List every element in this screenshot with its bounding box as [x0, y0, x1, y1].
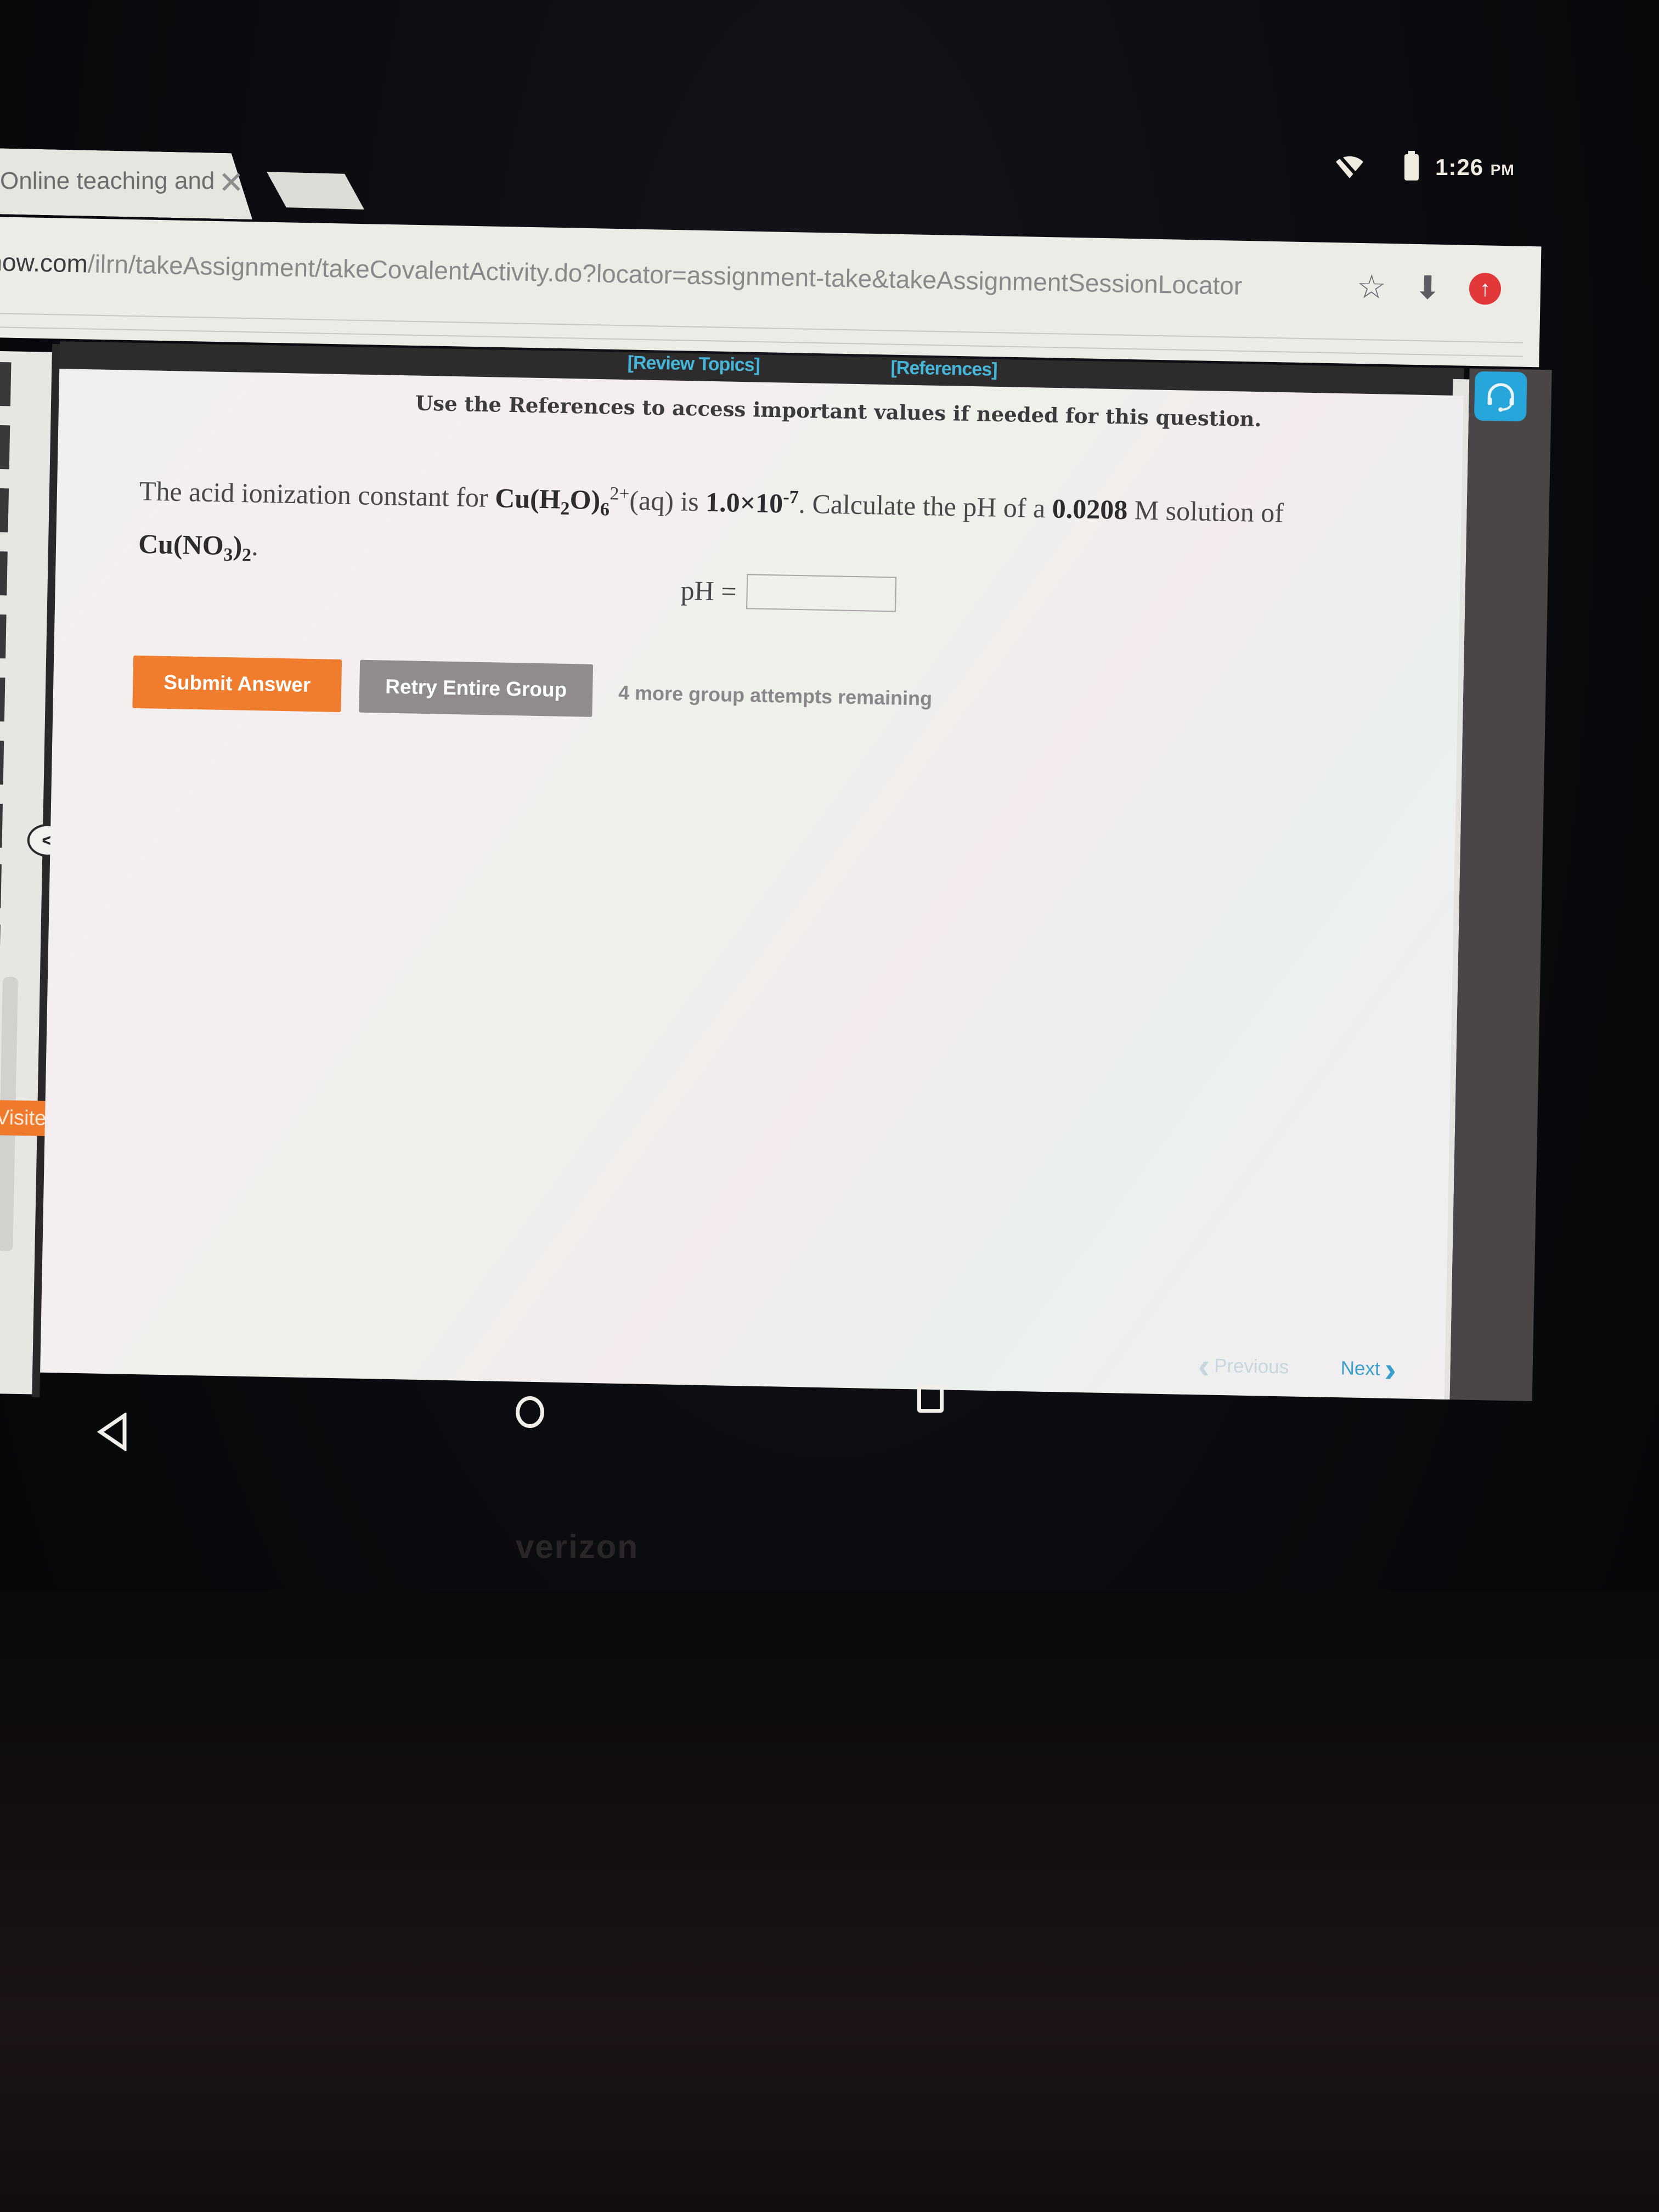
status-bar: 1:26 PM: [1333, 151, 1515, 184]
device-brand-logo: verizon: [516, 1528, 639, 1565]
download-icon[interactable]: ⬇: [1414, 269, 1441, 307]
background-surface: [0, 1591, 1659, 2212]
chevron-right-icon: ›: [1384, 1349, 1397, 1390]
home-icon[interactable]: [516, 1396, 544, 1428]
update-icon[interactable]: ↑: [1469, 272, 1502, 305]
question-tab[interactable]: [0, 488, 9, 533]
references-link[interactable]: [References]: [890, 357, 997, 381]
page-content: < Visited [Review Topics] [References] U…: [0, 318, 1574, 1424]
question-tab[interactable]: [0, 425, 10, 470]
question-card: Use the References to access important v…: [40, 369, 1464, 1400]
tab-title[interactable]: Online teaching and: [0, 167, 215, 195]
close-tab-icon[interactable]: ✕: [218, 165, 244, 201]
back-icon[interactable]: [96, 1413, 129, 1451]
battery-icon: [1404, 151, 1419, 180]
next-button[interactable]: Next ›: [1340, 1348, 1397, 1390]
reference-note: Use the References to access important v…: [415, 391, 1262, 432]
help-button[interactable]: [1474, 371, 1527, 422]
question-tab[interactable]: [0, 864, 2, 909]
question-tab[interactable]: [0, 803, 3, 848]
ph-label: pH =: [680, 574, 737, 607]
star-icon[interactable]: ☆: [1356, 268, 1386, 307]
url-text[interactable]: now.com/ilrn/takeAssignment/takeCovalent…: [0, 247, 1243, 301]
clock: 1:26 PM: [1435, 154, 1515, 180]
question-tab[interactable]: [0, 740, 4, 785]
recent-apps-icon[interactable]: [917, 1385, 944, 1413]
question-tab[interactable]: [0, 551, 8, 596]
ph-input[interactable]: [746, 574, 897, 612]
question-tab[interactable]: [0, 677, 5, 722]
answer-row: pH =: [680, 573, 897, 612]
previous-button[interactable]: ‹ Previous: [1198, 1345, 1289, 1387]
retry-entire-group-button[interactable]: Retry Entire Group: [359, 659, 594, 717]
submit-answer-button[interactable]: Submit Answer: [132, 655, 342, 713]
wifi-off-icon: [1333, 151, 1366, 184]
attempts-remaining: 4 more group attempts remaining: [618, 681, 933, 710]
new-tab-button[interactable]: [267, 172, 364, 210]
question-tab[interactable]: [0, 362, 12, 407]
question-tab[interactable]: [0, 924, 1, 969]
question-tab[interactable]: [0, 614, 7, 659]
review-topics-link[interactable]: [Review Topics]: [627, 352, 760, 376]
headset-icon: [1487, 383, 1514, 412]
chevron-left-icon: ‹: [1198, 1346, 1210, 1386]
